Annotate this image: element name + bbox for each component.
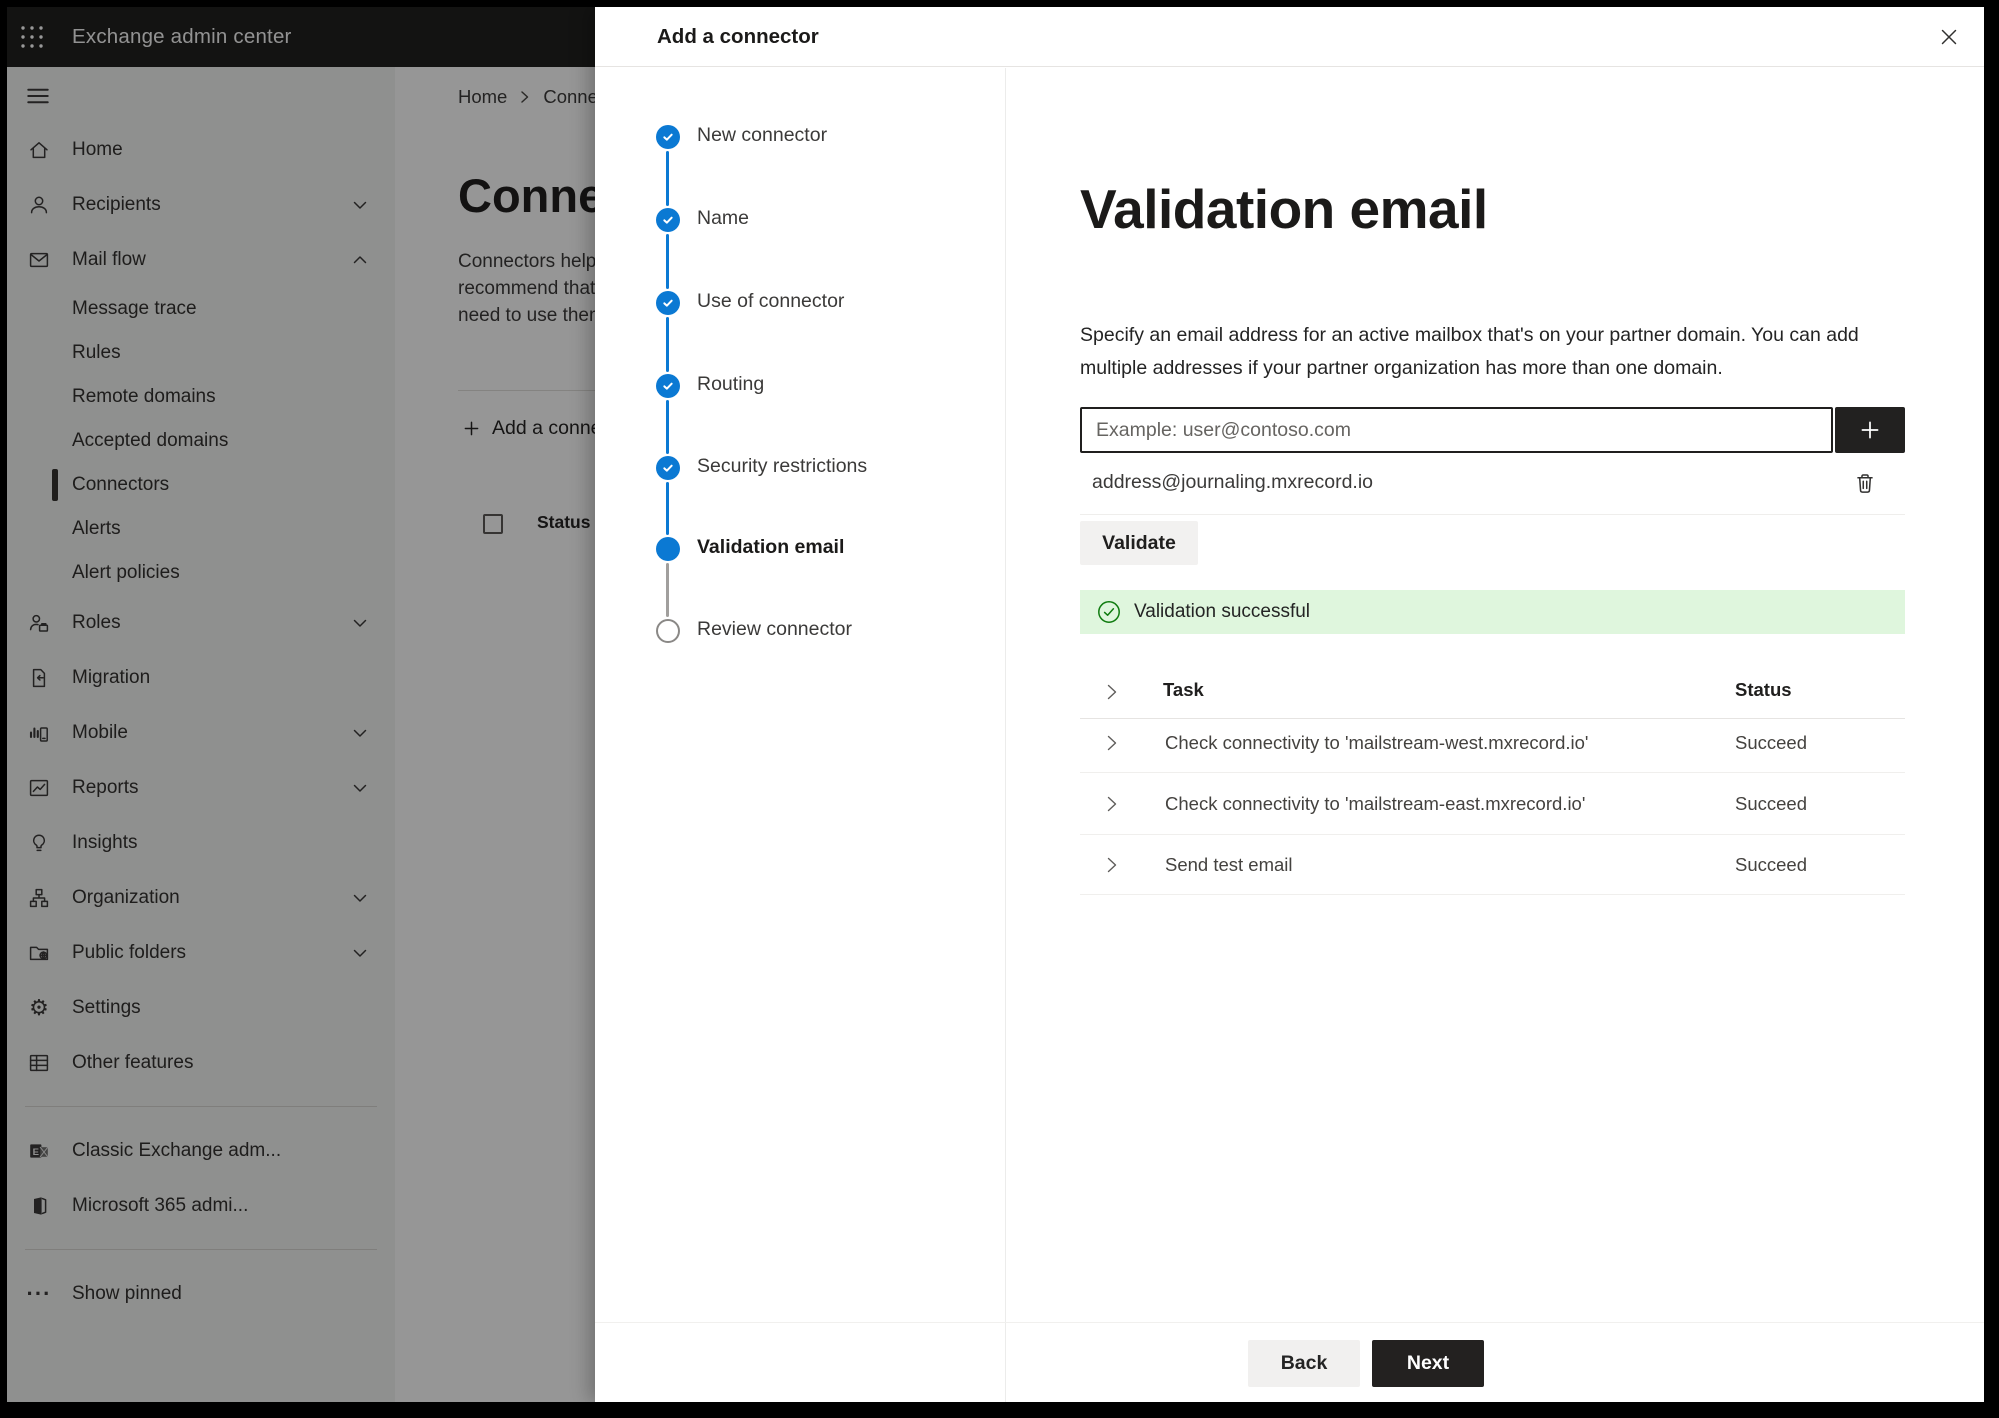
step-label-security-restrictions[interactable]: Security restrictions [697,455,867,478]
step-connector-line [666,151,669,206]
status-cell: Succeed [1735,732,1807,753]
step-circle-new-connector[interactable] [656,125,680,149]
validate-button[interactable]: Validate [1080,521,1198,565]
step-heading: Validation email [1080,178,1488,240]
added-address-row: address@journaling.mxrecord.io [1080,465,1905,505]
dialog-title: Add a connector [657,25,819,48]
validation-success-banner: Validation successful [1080,590,1905,634]
step-label-new-connector[interactable]: New connector [697,124,827,147]
step-circle-routing[interactable] [656,374,680,398]
add-address-button[interactable] [1835,407,1905,453]
success-banner-text: Validation successful [1134,601,1311,622]
task-cell: Check connectivity to 'mailstream-west.m… [1165,732,1589,753]
table-header-divider [1080,718,1905,719]
step-label-review-connector[interactable]: Review connector [697,618,852,641]
success-check-icon [1096,599,1122,625]
app-window: Exchange admin center Home Recipients Mail… [7,7,1984,1402]
address-list-divider [1080,514,1905,515]
footer-divider [595,1322,1984,1323]
step-circle-security-restrictions[interactable] [656,456,680,480]
step-circle-use-of-connector[interactable] [656,291,680,315]
added-address-text: address@journaling.mxrecord.io [1092,471,1374,493]
dialog-header: Add a connector [595,7,1984,67]
row-chevron-icon[interactable] [1102,733,1122,753]
row-chevron-icon[interactable] [1102,855,1122,875]
task-cell: Send test email [1165,854,1293,875]
status-cell: Succeed [1735,793,1807,814]
plus-icon [1861,421,1879,439]
step-label-name[interactable]: Name [697,207,749,230]
step-circle-name[interactable] [656,208,680,232]
step-connector-line [666,482,669,535]
next-button[interactable]: Next [1372,1340,1484,1387]
step-connector-line [666,317,669,372]
validation-email-input[interactable] [1080,407,1833,453]
task-column-header: Task [1163,679,1204,700]
status-column-header: Status [1735,679,1792,700]
step-description: Specify an email address for an active m… [1080,324,1859,379]
step-circle-validation-email[interactable] [656,537,680,561]
close-icon[interactable] [1934,22,1964,52]
wizard-stepper: New connector Name Use of connector Routing… [595,68,1006,1402]
step-connector-line [666,234,669,289]
status-cell: Succeed [1735,854,1807,875]
table-row-divider [1080,894,1905,895]
table-row-divider [1080,772,1905,773]
expand-all-chevron-icon[interactable] [1102,682,1122,702]
table-row-divider [1080,834,1905,835]
row-chevron-icon[interactable] [1102,794,1122,814]
step-connector-line [666,400,669,454]
step-label-validation-email[interactable]: Validation email [697,536,844,559]
add-connector-dialog: Add a connector New connector Name Use of … [595,7,1984,1402]
step-connector-line [666,563,669,617]
back-button[interactable]: Back [1248,1340,1360,1387]
trash-icon[interactable] [1852,469,1880,497]
task-cell: Check connectivity to 'mailstream-east.m… [1165,793,1586,814]
step-label-use-of-connector[interactable]: Use of connector [697,290,844,313]
step-label-routing[interactable]: Routing [697,373,764,396]
step-circle-review-connector[interactable] [656,619,680,643]
